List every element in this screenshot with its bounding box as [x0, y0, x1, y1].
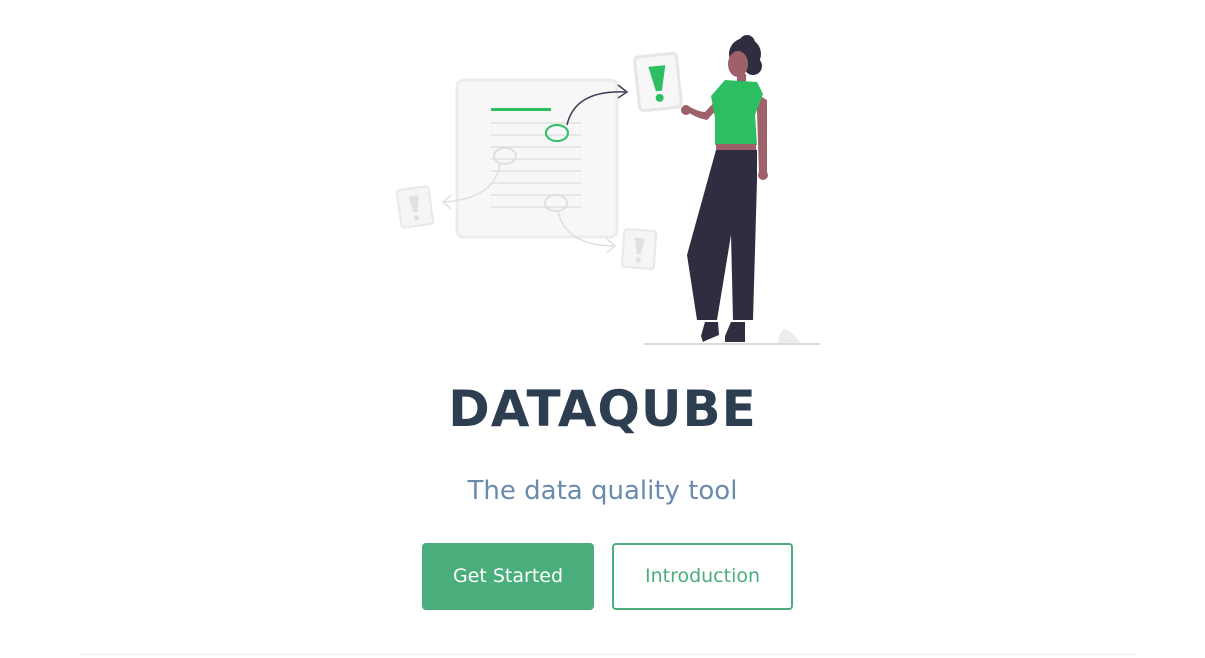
- hero-tagline: The data quality tool: [467, 476, 738, 506]
- hero-section: DATAQUBE The data quality tool Get Start…: [0, 0, 1205, 658]
- gray-alert-card: [620, 228, 658, 270]
- green-alert-card: [633, 51, 683, 113]
- document-highlight-line: [491, 108, 551, 111]
- get-started-button[interactable]: Get Started: [422, 543, 594, 610]
- hero-title: DATAQUBE: [448, 380, 757, 438]
- gray-alert-card: [395, 185, 435, 229]
- person-figure: [681, 35, 768, 342]
- leaf-decoration: [778, 329, 801, 343]
- hero-illustration: [395, 35, 820, 345]
- introduction-button[interactable]: Introduction: [612, 543, 793, 610]
- section-divider: [80, 654, 1136, 655]
